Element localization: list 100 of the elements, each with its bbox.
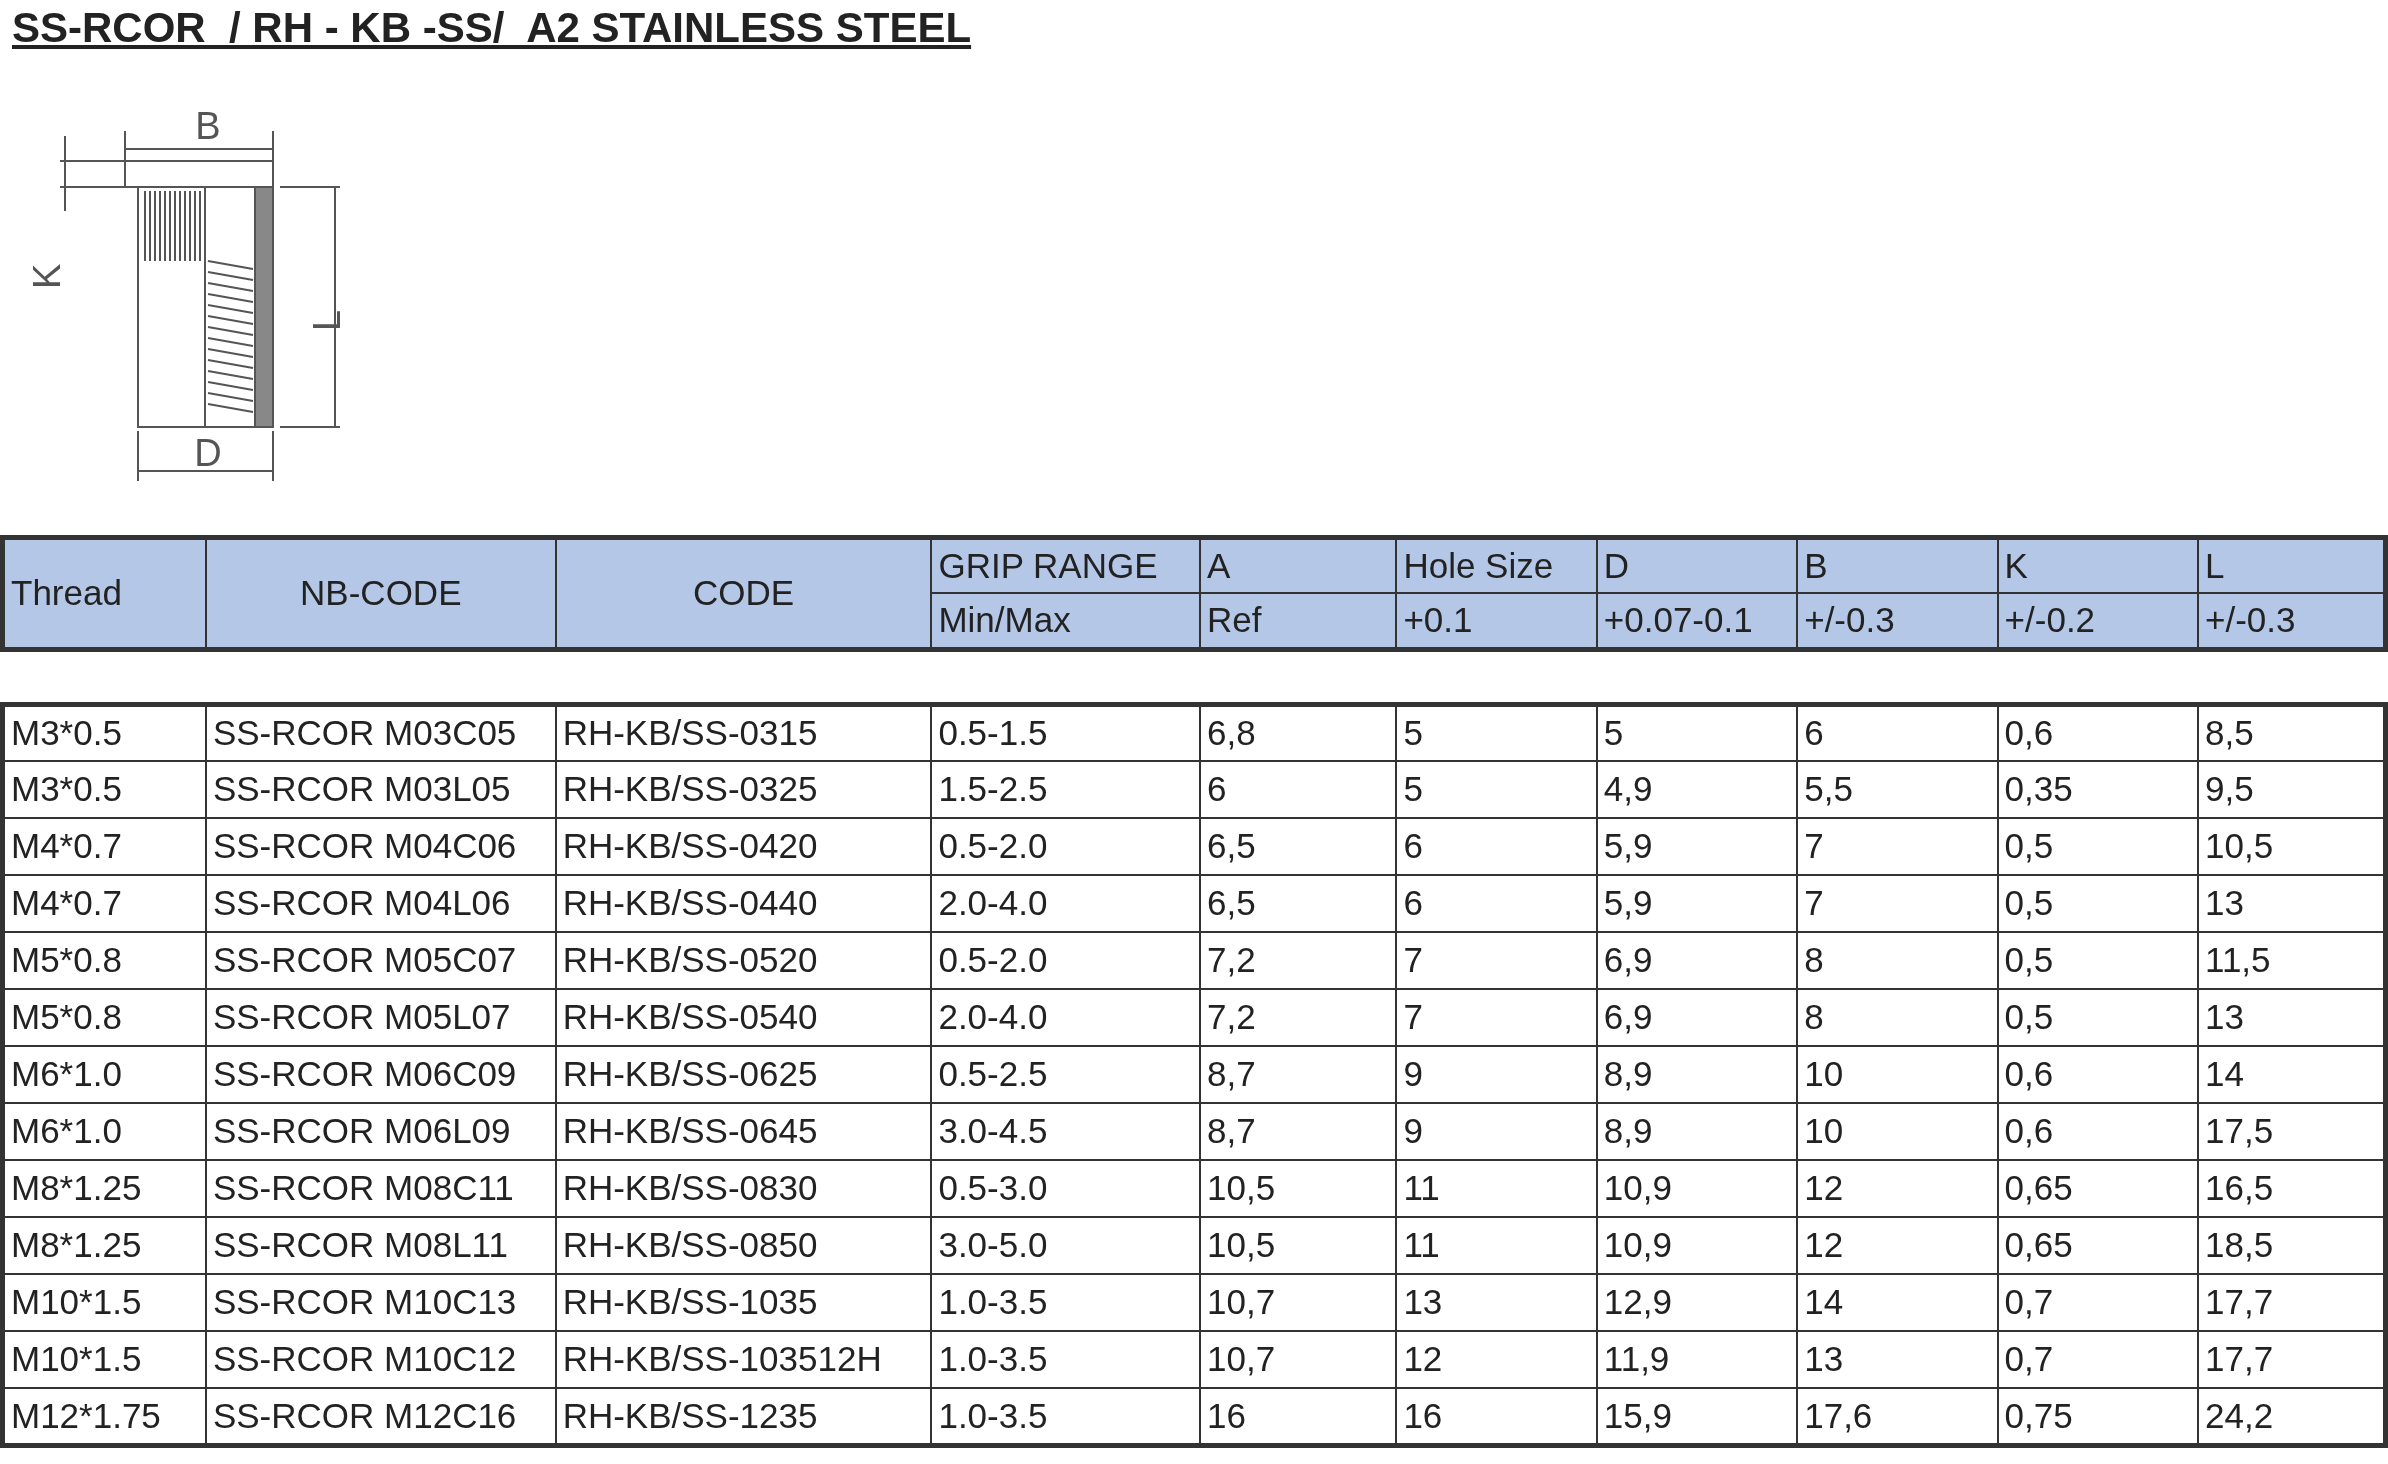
table-cell: 10,9 bbox=[1596, 1217, 1798, 1274]
table-cell: M3*0.5 bbox=[2, 704, 206, 761]
table-cell: 8,9 bbox=[1596, 1103, 1798, 1160]
table-cell: 8,7 bbox=[1200, 1046, 1397, 1103]
table-cell: 7,2 bbox=[1200, 932, 1397, 989]
column-subheader: +/-0.3 bbox=[1797, 593, 1998, 649]
table-cell: 0,7 bbox=[1997, 1331, 2198, 1388]
table-cell: SS-RCOR M08C11 bbox=[205, 1160, 556, 1217]
column-header: L bbox=[2198, 537, 2386, 593]
table-cell: RH-KB/SS-0315 bbox=[555, 704, 932, 761]
table-cell: 10 bbox=[1797, 1046, 1998, 1103]
column-subheader: Min/Max bbox=[931, 593, 1200, 649]
table-cell: 0,35 bbox=[1997, 761, 2198, 818]
column-subheader: +/-0.2 bbox=[1997, 593, 2198, 649]
table-cell: M10*1.5 bbox=[2, 1274, 206, 1331]
table-cell: 0,6 bbox=[1997, 1046, 2198, 1103]
table-cell: M3*0.5 bbox=[2, 761, 206, 818]
table-cell: RH-KB/SS-0540 bbox=[555, 989, 932, 1046]
table-cell: 0,65 bbox=[1997, 1160, 2198, 1217]
column-subheader: +/-0.3 bbox=[2198, 593, 2386, 649]
table-cell: 7 bbox=[1396, 989, 1597, 1046]
column-subheader: +0.1 bbox=[1396, 593, 1597, 649]
table-cell: 13 bbox=[1396, 1274, 1597, 1331]
table-cell: 6,9 bbox=[1596, 932, 1798, 989]
table-cell: 0,5 bbox=[1997, 932, 2198, 989]
table-cell: 0.5-2.5 bbox=[931, 1046, 1200, 1103]
column-header: Hole Size bbox=[1396, 537, 1597, 593]
table-cell: 12,9 bbox=[1596, 1274, 1798, 1331]
table-cell: 7 bbox=[1797, 875, 1998, 932]
table-cell: RH-KB/SS-0420 bbox=[555, 818, 932, 875]
table-cell: M8*1.25 bbox=[2, 1217, 206, 1274]
table-cell: M5*0.8 bbox=[2, 989, 206, 1046]
table-cell: SS-RCOR M05C07 bbox=[205, 932, 556, 989]
table-cell: 6 bbox=[1396, 818, 1597, 875]
table-cell: 3.0-5.0 bbox=[931, 1217, 1200, 1274]
table-cell: 10,5 bbox=[1200, 1160, 1397, 1217]
table-cell: SS-RCOR M03C05 bbox=[205, 704, 556, 761]
table-cell: RH-KB/SS-0625 bbox=[555, 1046, 932, 1103]
table-cell: RH-KB/SS-1035 bbox=[555, 1274, 932, 1331]
table-cell: 11,9 bbox=[1596, 1331, 1798, 1388]
column-subheader: Ref bbox=[1200, 593, 1397, 649]
table-cell: 12 bbox=[1797, 1160, 1998, 1217]
column-header: CODE bbox=[555, 537, 932, 649]
table-cell: RH-KB/SS-0830 bbox=[555, 1160, 932, 1217]
table-cell: 11 bbox=[1396, 1217, 1597, 1274]
table-cell: RH-KB/SS-0325 bbox=[555, 761, 932, 818]
table-cell: 6 bbox=[1797, 704, 1998, 761]
table-cell: RH-KB/SS-0645 bbox=[555, 1103, 932, 1160]
table-cell: 5,9 bbox=[1596, 818, 1798, 875]
column-header: NB-CODE bbox=[205, 537, 556, 649]
table-cell: M4*0.7 bbox=[2, 818, 206, 875]
column-header: A bbox=[1200, 537, 1397, 593]
table-cell: 7 bbox=[1396, 932, 1597, 989]
table-cell: SS-RCOR M08L11 bbox=[205, 1217, 556, 1274]
table-cell: RH-KB/SS-103512H bbox=[555, 1331, 932, 1388]
table-cell: 0.5-1.5 bbox=[931, 704, 1200, 761]
table-cell: SS-RCOR M05L07 bbox=[205, 989, 556, 1046]
table-cell: 5 bbox=[1596, 704, 1798, 761]
table-cell: 8,7 bbox=[1200, 1103, 1397, 1160]
table-cell: 5,9 bbox=[1596, 875, 1798, 932]
column-header: B bbox=[1797, 537, 1998, 593]
table-cell: M5*0.8 bbox=[2, 932, 206, 989]
dimension-label: B bbox=[195, 104, 221, 147]
table-cell: 0.5-2.0 bbox=[931, 932, 1200, 989]
page-title: SS-RCOR / RH - KB -SS/ A2 STAINLESS STEEL bbox=[12, 3, 972, 53]
table-cell: SS-RCOR M03L05 bbox=[205, 761, 556, 818]
table-cell: 12 bbox=[1396, 1331, 1597, 1388]
table-cell: RH-KB/SS-0520 bbox=[555, 932, 932, 989]
column-header: GRIP RANGE bbox=[931, 537, 1200, 593]
table-cell: 0.5-3.0 bbox=[931, 1160, 1200, 1217]
column-header: Thread bbox=[2, 537, 206, 649]
table-cell: M10*1.5 bbox=[2, 1331, 206, 1388]
table-cell: SS-RCOR M04L06 bbox=[205, 875, 556, 932]
table-cell: 11 bbox=[1396, 1160, 1597, 1217]
table-cell: M4*0.7 bbox=[2, 875, 206, 932]
column-subheader: +0.07-0.1 bbox=[1596, 593, 1798, 649]
table-cell: 0,65 bbox=[1997, 1217, 2198, 1274]
table-cell: 5 bbox=[1396, 704, 1597, 761]
dimension-label: K bbox=[26, 263, 68, 289]
table-cell: 6,5 bbox=[1200, 875, 1397, 932]
table-cell: 6 bbox=[1396, 875, 1597, 932]
table-cell: 0,6 bbox=[1997, 1103, 2198, 1160]
table-cell: SS-RCOR M04C06 bbox=[205, 818, 556, 875]
table-cell: 6,5 bbox=[1200, 818, 1397, 875]
table-cell: 8 bbox=[1797, 989, 1998, 1046]
table-cell: 6 bbox=[1200, 761, 1397, 818]
table-cell: SS-RCOR M10C12 bbox=[205, 1331, 556, 1388]
table-cell: 0,5 bbox=[1997, 818, 2198, 875]
table-cell: SS-RCOR M06C09 bbox=[205, 1046, 556, 1103]
table-cell: 1.5-2.5 bbox=[931, 761, 1200, 818]
table-cell: RH-KB/SS-0440 bbox=[555, 875, 932, 932]
table-cell: 10,7 bbox=[1200, 1331, 1397, 1388]
table-cell: 2.0-4.0 bbox=[931, 989, 1200, 1046]
table-cell: 5 bbox=[1396, 761, 1597, 818]
table-cell: 14 bbox=[1797, 1274, 1998, 1331]
table-cell: 0.5-2.0 bbox=[931, 818, 1200, 875]
table-cell: 7 bbox=[1797, 818, 1998, 875]
table-cell: 7,2 bbox=[1200, 989, 1397, 1046]
table-cell: 8 bbox=[1797, 932, 1998, 989]
column-header: D bbox=[1596, 537, 1798, 593]
